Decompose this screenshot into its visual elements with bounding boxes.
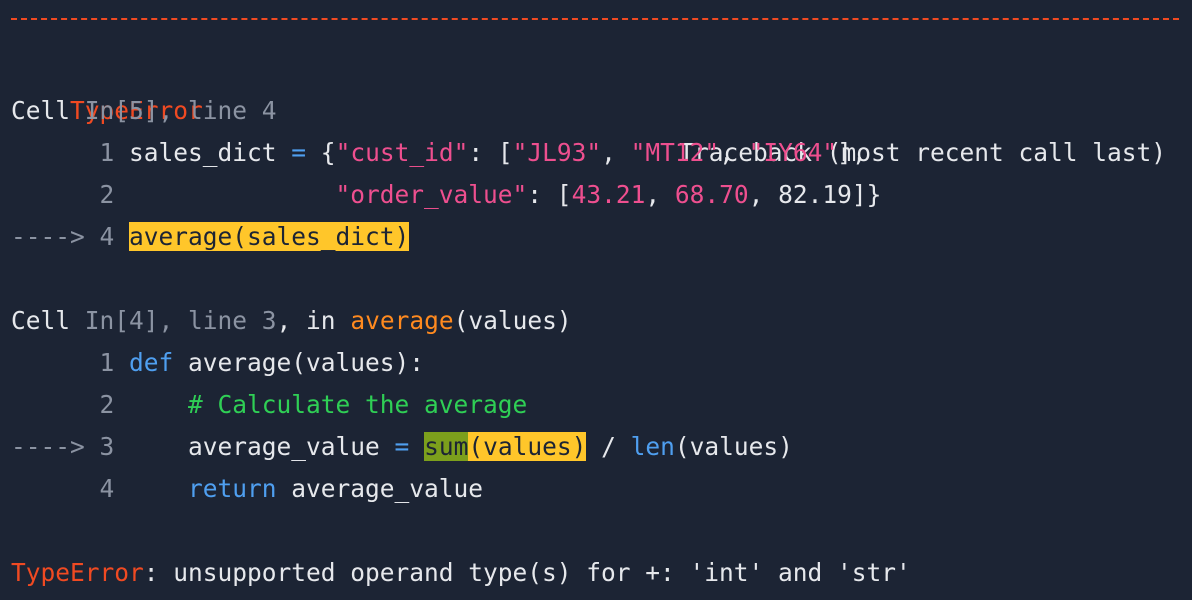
code-token: average_value [276,474,484,503]
code-token: average(values): [173,348,425,377]
code-token: (values) [674,432,793,461]
line-number: 1 [11,138,130,167]
string-literal: "order_value" [335,180,528,209]
number-literal: 82.19 [778,180,852,209]
code-token: , [748,180,779,209]
builtin: len [630,432,675,461]
line-number: 2 [11,180,130,209]
frame1-line-2: 2 "order_value": [43.21, 68.70, 82.19]} [11,174,882,216]
code-token: / [586,432,631,461]
number-literal: 43.21 [571,180,646,209]
string-literal: "IY64" [748,138,838,167]
line-number: 4 [11,474,130,503]
code-token: { [306,138,336,167]
error-message-line: TypeError: unsupported operand type(s) f… [11,552,911,594]
code-token: , [719,138,749,167]
line-number: 1 [11,348,130,377]
cell-label: Cell [11,96,71,125]
error-type: TypeError [11,558,144,587]
operator: = [291,138,307,167]
code-token: sales_dict [129,138,292,167]
code-token: ]} [851,180,882,209]
cell-ref: In[5], line 4 [84,96,277,125]
error-arrow: ----> 3 [11,432,130,461]
function-name: average [350,306,454,335]
highlighted-call: average(sales_dict) [129,222,410,251]
code-token: ], [837,138,867,167]
code-token: average_value [188,432,395,461]
in-word: , in [276,306,351,335]
string-literal: "JL93" [512,138,602,167]
frame1-cell-header: Cell In[5], line 4 [11,90,277,132]
number-literal: 68.70 [674,180,749,209]
cell-label: Cell [11,306,71,335]
cell-ref: In[4], line 3 [84,306,277,335]
frame1-line-4-error: ----> 4 average(sales_dict) [11,216,410,258]
code-token: : [ [527,180,572,209]
operator: = [394,432,410,461]
traceback-output: TypeError Traceback (most recent call la… [0,0,1192,600]
traceback-header: TypeError Traceback (most recent call la… [11,48,1179,167]
frame2-line-2: 2 # Calculate the average [11,384,528,426]
comment: # Calculate the average [188,390,528,419]
keyword: def [129,348,174,377]
separator-dashes [11,8,1179,30]
error-message: : unsupported operand type(s) for +: 'in… [143,558,911,587]
line-number: 2 [11,390,130,419]
highlighted-args: (values) [468,432,587,461]
code-token: , [601,138,631,167]
highlighted-sum: sum [424,432,469,461]
frame2-cell-header: Cell In[4], line 3, in average(values) [11,300,572,342]
code-token: : [ [468,138,513,167]
string-literal: "MT12" [630,138,720,167]
frame2-line-4: 4 return average_value [11,468,484,510]
frame2-line-3-error: ----> 3 average_value = sum(values) / le… [11,426,793,468]
error-arrow: ----> 4 [11,222,130,251]
frame2-line-1: 1 def average(values): [11,342,425,384]
frame1-line-1: 1 sales_dict = {"cust_id": ["JL93", "MT1… [11,132,867,174]
function-args: (values) [453,306,572,335]
string-literal: "cust_id" [335,138,469,167]
keyword: return [188,474,277,503]
code-token: , [645,180,675,209]
